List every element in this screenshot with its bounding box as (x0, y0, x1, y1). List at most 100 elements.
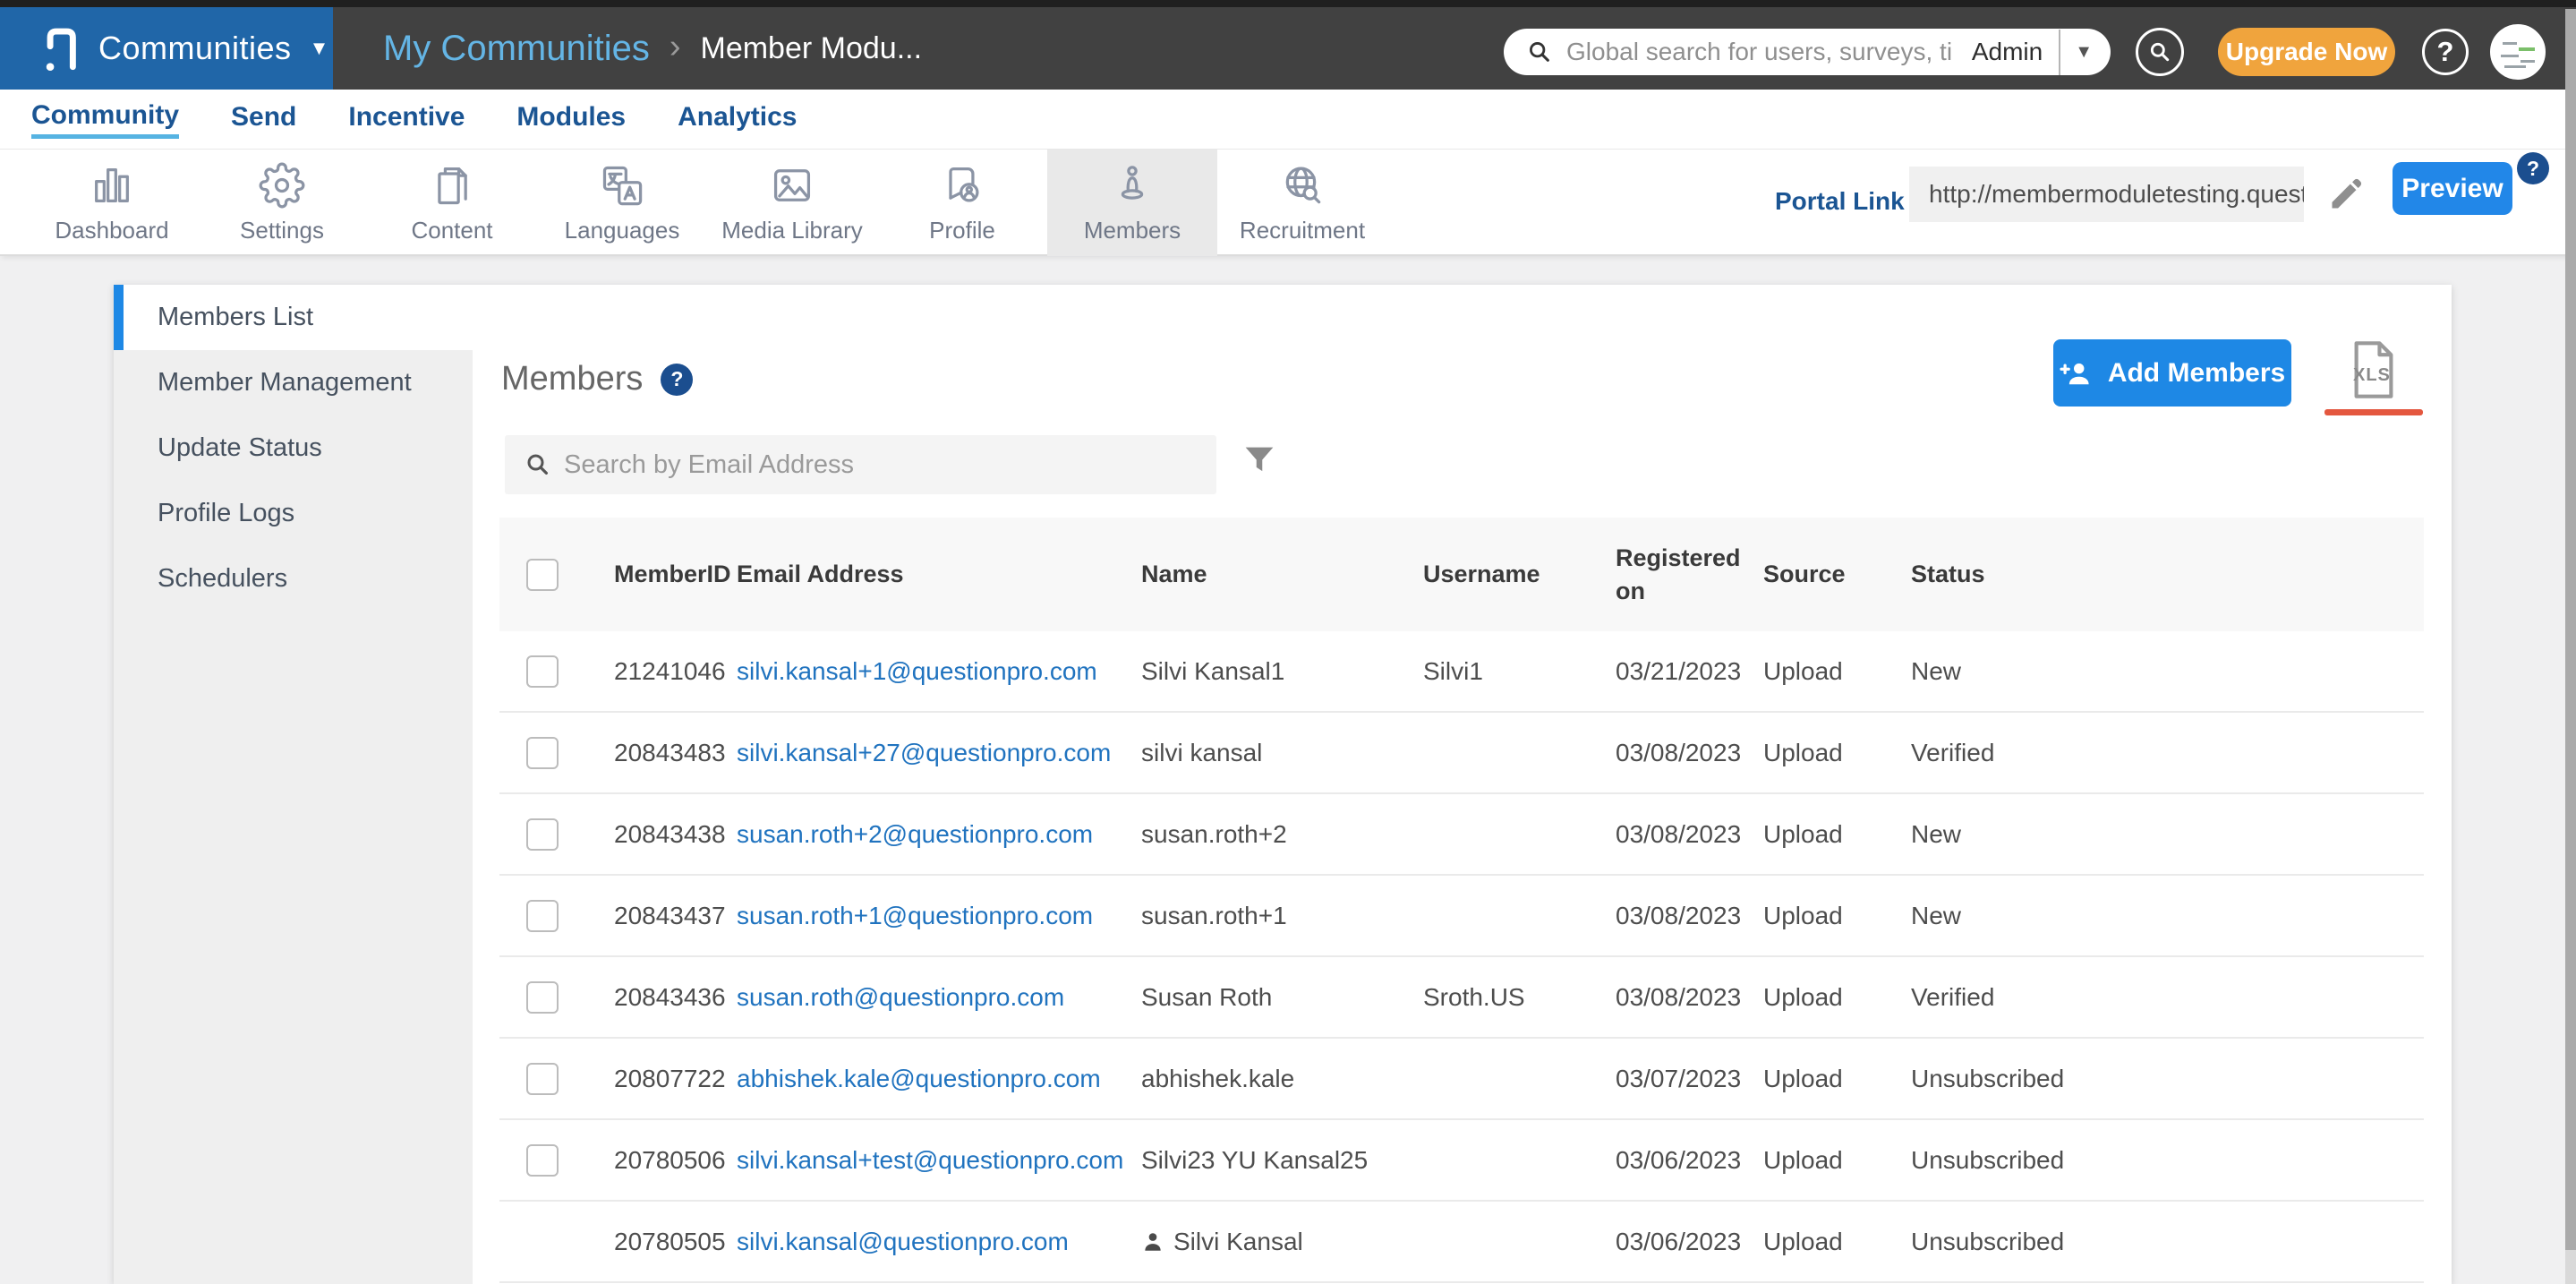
product-switcher[interactable]: Communities ▼ (0, 7, 333, 90)
sidebar-item-member-management[interactable]: Member Management (114, 350, 473, 415)
cell-email-link[interactable]: susan.roth+2@questionpro.com (737, 794, 1093, 874)
row-checkbox[interactable] (526, 817, 559, 851)
cell-email-link[interactable]: silvi.kansal+1@questionpro.com (737, 631, 1097, 711)
member-search[interactable] (505, 435, 1216, 494)
toolbar-item-languages[interactable]: Languages (537, 150, 707, 256)
cell-registered-on: 03/08/2023 (1616, 901, 1742, 929)
edit-pencil-icon[interactable] (2327, 174, 2367, 218)
cell-email-link[interactable]: susan.roth+1@questionpro.com (737, 876, 1093, 955)
global-search-input[interactable] (1566, 38, 1951, 66)
export-xls-button[interactable]: XLS (2346, 338, 2401, 401)
cell-member-id: 20807722 (614, 1064, 726, 1092)
column-header-username: Username (1423, 561, 1540, 587)
breadcrumb: My Communities › Member Modu... (383, 7, 922, 90)
cell-email-link[interactable]: susan.roth@questionpro.com (737, 957, 1064, 1037)
upgrade-now-button[interactable]: Upgrade Now (2218, 28, 2395, 76)
toolbar-item-label: Languages (564, 216, 680, 244)
person-plus-icon (2060, 363, 2089, 384)
tab-analytics[interactable]: Analytics (678, 102, 797, 136)
row-checkbox[interactable] (526, 655, 559, 688)
portal-link-dropdown[interactable]: Portal Link ▼ (1775, 187, 1930, 216)
filter-funnel-icon[interactable] (1239, 441, 1280, 486)
toolbar-item-recruitment[interactable]: Recruitment (1217, 150, 1387, 256)
sidebar-item-update-status[interactable]: Update Status (114, 415, 473, 481)
table-row: 20843438 susan.roth+2@questionpro.com su… (499, 794, 2424, 876)
toolbar-item-dashboard[interactable]: Dashboard (27, 150, 197, 256)
active-indicator (114, 285, 124, 350)
member-search-input[interactable] (564, 449, 1137, 480)
sidebar-item-members-list[interactable]: Members List (114, 285, 473, 350)
cell-name: Silvi Kansal (1173, 1227, 1303, 1255)
module-toolbar: Dashboard Settings Content Languages Med… (0, 150, 2576, 256)
sidebar-item-profile-logs[interactable]: Profile Logs (114, 481, 473, 546)
table-row: 21241046 silvi.kansal+1@questionpro.com … (499, 631, 2424, 713)
toolbar-item-settings[interactable]: Settings (197, 150, 367, 256)
bar-chart-icon (95, 167, 129, 202)
cell-member-id: 21241046 (614, 656, 726, 685)
table-row: 20780505 silvi.kansal@questionpro.com Si… (499, 1202, 2424, 1283)
cell-status: New (1911, 901, 1962, 929)
tab-incentive[interactable]: Incentive (348, 102, 465, 136)
row-checkbox[interactable] (526, 1062, 559, 1095)
cell-email-link[interactable]: silvi.kansal+27@questionpro.com (737, 713, 1111, 792)
add-members-button[interactable]: Add Members (2053, 339, 2291, 407)
preview-button[interactable]: Preview (2393, 162, 2512, 215)
scrollbar-thumb[interactable] (2565, 9, 2576, 1250)
toolbar-item-label: Content (411, 216, 493, 244)
toolbar-item-label: Recruitment (1239, 216, 1366, 244)
help-icon[interactable]: ? (2517, 152, 2549, 184)
select-all-checkbox[interactable] (526, 558, 559, 591)
row-checkbox[interactable] (526, 1143, 559, 1177)
cell-registered-on: 03/21/2023 (1616, 656, 1742, 685)
search-scope-value[interactable]: Admin (1972, 38, 2043, 66)
sidebar: Member Management Update Status Profile … (114, 350, 473, 1284)
toolbar-item-profile[interactable]: Profile (877, 150, 1047, 256)
cell-email-link[interactable]: silvi.kansal@questionpro.com (737, 1202, 1069, 1281)
portal-url-field[interactable]: http://membermoduletesting.questio (1909, 167, 2304, 222)
cell-member-id: 20780505 (614, 1227, 726, 1255)
toolbar-item-label: Dashboard (55, 216, 169, 244)
toolbar-item-content[interactable]: Content (367, 150, 537, 256)
chevron-right-icon: › (669, 27, 681, 65)
toolbar-item-media-library[interactable]: Media Library (707, 150, 877, 256)
row-checkbox[interactable] (526, 980, 559, 1014)
image-icon (773, 168, 811, 201)
global-search[interactable]: Admin ▼ (1504, 29, 2111, 75)
cell-registered-on: 03/06/2023 (1616, 1227, 1742, 1255)
help-icon[interactable]: ? (661, 363, 694, 396)
cell-status: Unsubscribed (1911, 1145, 2065, 1174)
cell-source: Upload (1763, 901, 1843, 929)
cell-source: Upload (1763, 738, 1843, 766)
header-search-button[interactable] (2136, 28, 2184, 76)
cell-email-link[interactable]: abhishek.kale@questionpro.com (737, 1039, 1101, 1118)
top-strip (0, 0, 2576, 7)
cell-email-link[interactable]: silvi.kansal+test@questionpro.com (737, 1120, 1123, 1200)
cell-source: Upload (1763, 656, 1843, 685)
export-highlight-underline (2324, 409, 2423, 415)
column-header-memberid: MemberID (614, 561, 731, 587)
sidebar-item-schedulers[interactable]: Schedulers (114, 546, 473, 612)
help-button[interactable]: ? (2422, 29, 2469, 75)
row-checkbox[interactable] (526, 899, 559, 932)
cell-name: Susan Roth (1141, 982, 1273, 1011)
tab-send[interactable]: Send (231, 102, 296, 136)
row-checkbox[interactable] (526, 736, 559, 769)
xls-label: XLS (2353, 365, 2391, 385)
toolbar-item-label: Members (1083, 216, 1181, 244)
tab-community[interactable]: Community (31, 100, 179, 139)
tab-modules[interactable]: Modules (516, 102, 626, 136)
chevron-down-icon[interactable]: ▼ (2075, 42, 2093, 63)
column-header-status: Status (1911, 561, 1985, 587)
cell-status: Verified (1911, 982, 1995, 1011)
toolbar-item-members[interactable]: Members (1047, 150, 1217, 256)
members-table: MemberID Email Address Name Username Reg… (499, 518, 2424, 1283)
cell-username: Sroth.US (1423, 982, 1525, 1011)
pages-icon (438, 167, 467, 204)
avatar[interactable] (2490, 24, 2546, 80)
table-row: 20843483 silvi.kansal+27@questionpro.com… (499, 713, 2424, 794)
search-icon (527, 454, 548, 475)
page: Communities ▼ My Communities › Member Mo… (0, 0, 2576, 1284)
breadcrumb-parent[interactable]: My Communities (383, 29, 650, 69)
page-title: Members (501, 360, 644, 398)
search-icon (2150, 42, 2170, 62)
